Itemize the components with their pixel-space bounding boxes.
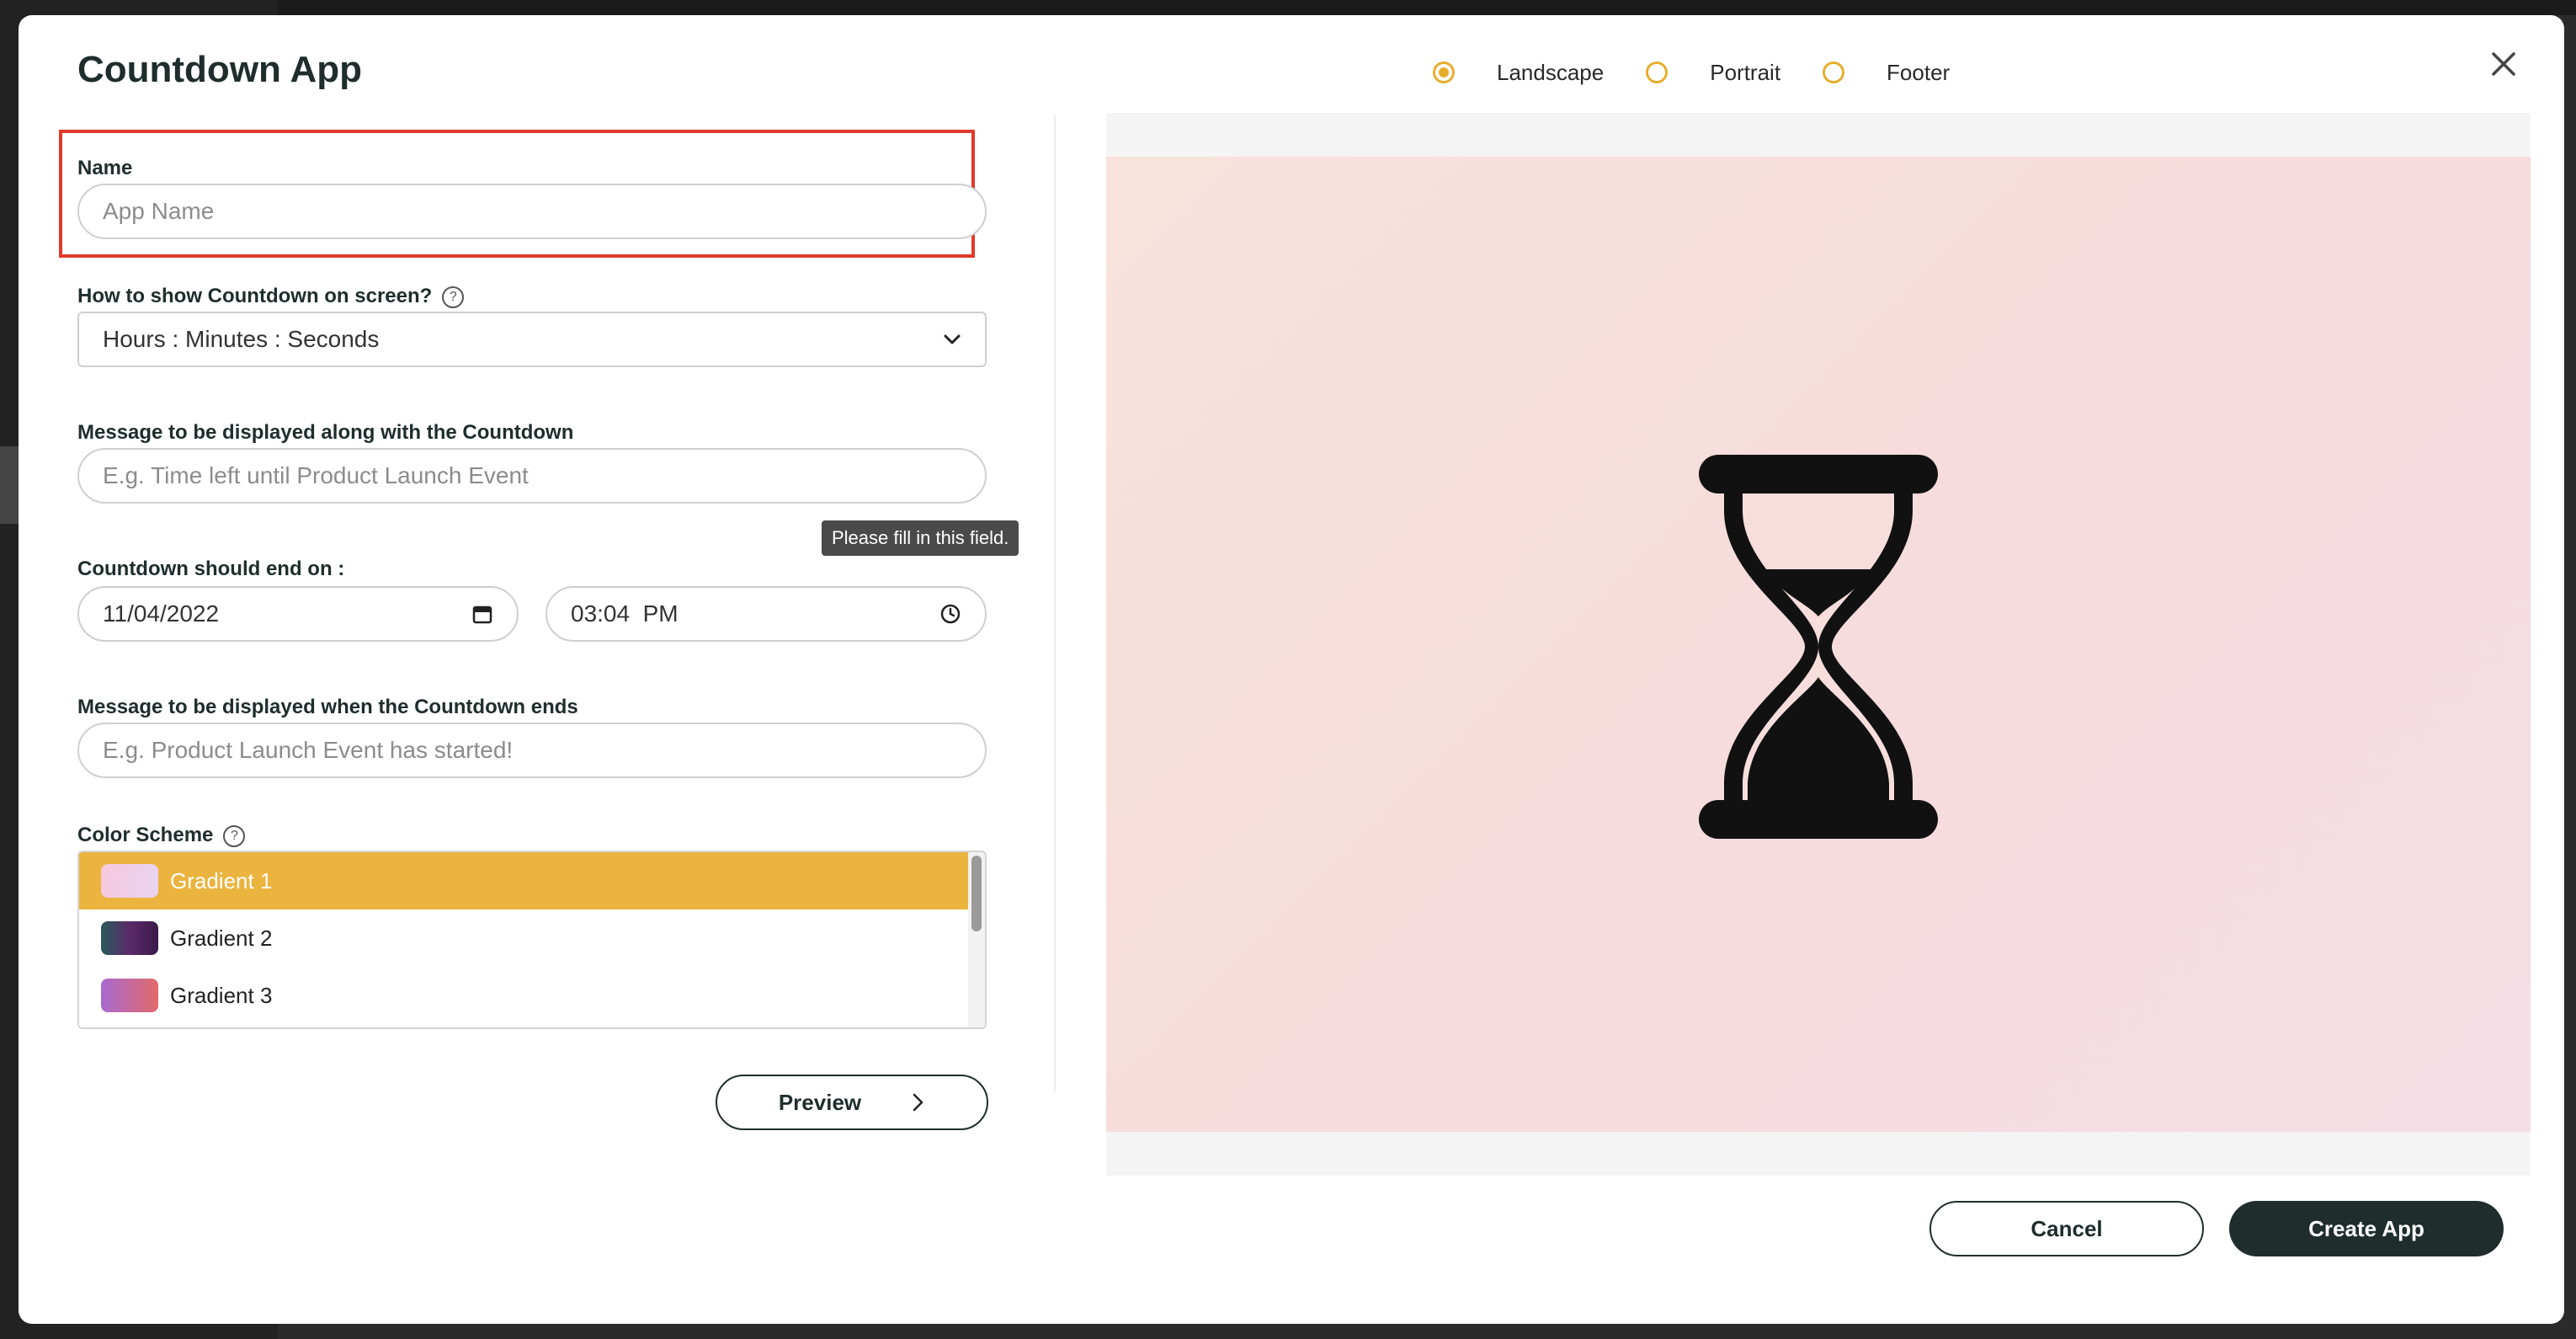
end-on-label: Countdown should end on : (77, 557, 345, 580)
message-during-label: Message to be displayed along with the C… (77, 421, 574, 444)
color-scheme-option-gradient-2[interactable]: Gradient 2 (79, 910, 985, 967)
display-format-label-text: How to show Countdown on screen? (77, 285, 433, 307)
validation-tooltip: Please fill in this field. (822, 520, 1019, 556)
color-scheme-option-label: Gradient 3 (170, 982, 273, 1008)
end-date-input[interactable]: 11/04/2022 (77, 586, 519, 642)
preview-canvas (1106, 157, 2531, 1132)
app-name-input[interactable] (77, 184, 987, 239)
color-scheme-scroll-track[interactable] (968, 852, 985, 1027)
gradient-3-swatch (101, 979, 158, 1012)
preview-panel (1106, 113, 2531, 1176)
color-scheme-option-label: Gradient 2 (170, 925, 273, 951)
gradient-1-swatch (101, 864, 158, 898)
color-scheme-option-gradient-1[interactable]: Gradient 1 (79, 852, 985, 910)
message-during-input[interactable] (77, 448, 987, 504)
display-format-select[interactable]: Hours : Minutes : Seconds (77, 312, 987, 367)
end-time-input[interactable]: 03:04 PM (546, 586, 987, 642)
radio-landscape[interactable] (1433, 61, 1455, 83)
countdown-app-modal: Countdown App Landscape Portrait Footer … (19, 15, 2564, 1324)
help-icon[interactable]: ? (442, 286, 465, 308)
color-scheme-list[interactable]: Gradient 1 Gradient 2 Gradient 3 (77, 851, 987, 1029)
display-format-value: Hours : Minutes : Seconds (103, 326, 380, 352)
name-label: Name (77, 157, 133, 179)
panel-divider (1054, 115, 1056, 1091)
close-icon[interactable] (2485, 45, 2522, 83)
chevron-down-icon (944, 334, 961, 344)
orientation-label-landscape: Landscape (1497, 59, 1605, 85)
color-scheme-scrollbar[interactable] (971, 856, 982, 931)
background-topbar (0, 0, 2576, 15)
color-scheme-option-label: Gradient 1 (170, 867, 273, 894)
modal-title: Countdown App (77, 49, 363, 90)
radio-footer[interactable] (1823, 61, 1845, 83)
color-scheme-option-gradient-3[interactable]: Gradient 3 (79, 967, 985, 1024)
create-app-button[interactable]: Create App (2229, 1201, 2504, 1256)
calendar-icon[interactable] (471, 603, 493, 625)
end-date-value: 11/04/2022 (103, 600, 220, 627)
color-scheme-label: Color Scheme? (77, 824, 246, 847)
preview-button-label: Preview (778, 1089, 862, 1115)
display-format-label: How to show Countdown on screen?? (77, 285, 465, 308)
orientation-label-portrait: Portrait (1710, 59, 1781, 85)
hourglass-icon (1699, 455, 1938, 839)
clock-icon[interactable] (939, 603, 961, 625)
end-time-value: 03:04 PM (571, 600, 679, 627)
radio-portrait[interactable] (1646, 61, 1669, 83)
orientation-selector: Landscape Portrait Footer (1433, 47, 1992, 98)
orientation-label-footer: Footer (1887, 59, 1951, 85)
cancel-button[interactable]: Cancel (1929, 1201, 2204, 1256)
message-end-input[interactable] (77, 723, 987, 778)
chevron-right-icon (913, 1093, 923, 1112)
background-sidebar-active (0, 446, 19, 524)
help-icon[interactable]: ? (223, 825, 246, 847)
color-scheme-label-text: Color Scheme (77, 824, 214, 846)
message-end-label: Message to be displayed when the Countdo… (77, 696, 578, 718)
preview-button[interactable]: Preview (716, 1075, 988, 1130)
gradient-2-swatch (101, 921, 158, 955)
